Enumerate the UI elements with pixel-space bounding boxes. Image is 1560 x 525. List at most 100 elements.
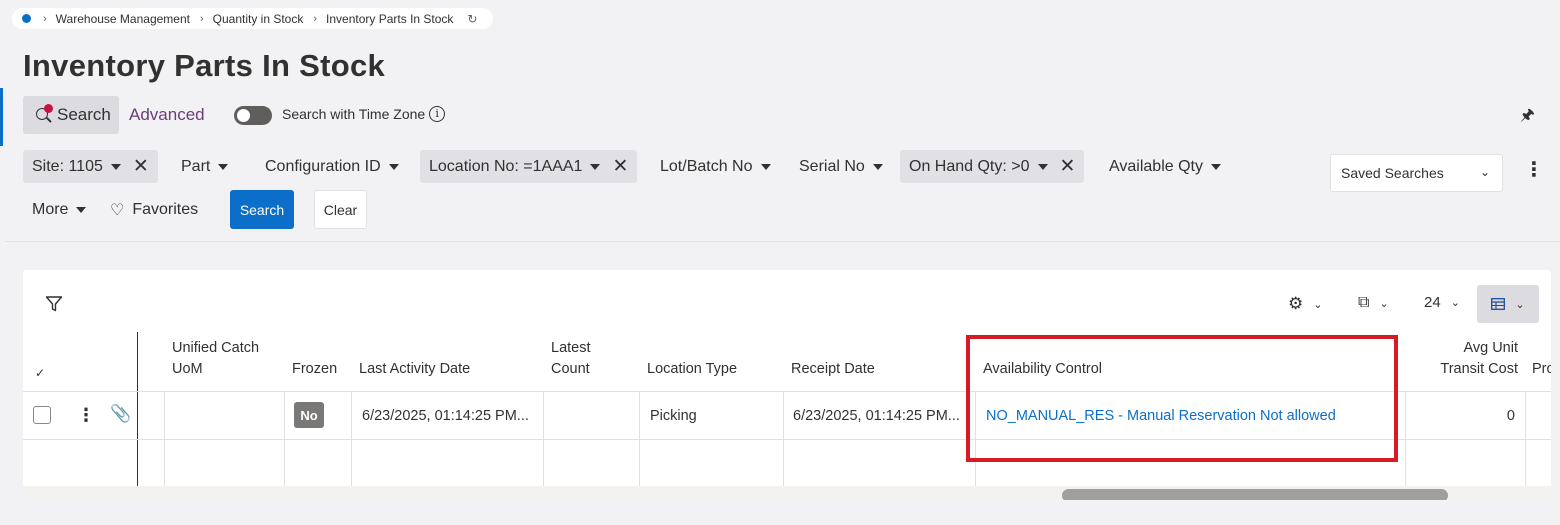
- caret-down-icon[interactable]: [590, 163, 601, 170]
- gear-icon: ⚙: [1288, 294, 1304, 313]
- caret-down-icon[interactable]: [1037, 163, 1048, 170]
- column-header-avg-unit-transit-cost[interactable]: Avg Unit Transit Cost: [1431, 338, 1518, 380]
- more-options-icon[interactable]: ⋮: [1524, 160, 1544, 180]
- highlight-box: [966, 335, 1398, 462]
- column-header-location-type[interactable]: Location Type: [647, 359, 737, 380]
- filter-location-no[interactable]: Location No: =1AAA1 ✕: [420, 150, 638, 183]
- column-line: [284, 391, 285, 486]
- caret-down-icon[interactable]: [110, 163, 121, 170]
- scrollbar-thumb[interactable]: [1062, 489, 1448, 500]
- chevron-down-icon: ⌄: [1313, 298, 1323, 311]
- filter-site[interactable]: Site: 1105 ✕: [23, 150, 158, 183]
- column-header-latest-count[interactable]: Latest Count: [551, 338, 591, 380]
- caret-down-icon: [872, 163, 883, 170]
- header-line: Latest: [551, 340, 591, 356]
- time-zone-label-text: Search with Time Zone: [282, 106, 426, 122]
- filter-lot-batch-no[interactable]: Lot/Batch No: [651, 150, 780, 183]
- filter-serial-no[interactable]: Serial No: [790, 150, 892, 183]
- page-title: Inventory Parts In Stock: [23, 48, 386, 83]
- column-line: [1525, 391, 1526, 486]
- saved-searches-dropdown[interactable]: Saved Searches ⌄: [1330, 154, 1503, 192]
- view-mode-button[interactable]: ⌄: [1477, 285, 1539, 323]
- filter-available-qty-label: Available Qty: [1109, 157, 1203, 175]
- table-icon: [1491, 298, 1506, 310]
- filter-part[interactable]: Part: [172, 150, 237, 183]
- filter-site-label: Site: 1105: [32, 157, 103, 175]
- more-label: More: [32, 200, 69, 218]
- toggle-knob: [237, 109, 250, 122]
- time-zone-toggle[interactable]: [234, 106, 272, 125]
- caret-down-icon: [76, 206, 87, 213]
- search-icon: [35, 104, 53, 124]
- pin-icon[interactable]: 🖈: [1520, 104, 1535, 131]
- caret-down-icon: [1210, 163, 1221, 170]
- frozen-badge: No: [294, 402, 324, 428]
- grid-settings-button[interactable]: ⚙ ⌄: [1288, 294, 1322, 314]
- cell-receipt-date: 6/23/2025, 01:14:25 PM...: [793, 408, 960, 424]
- chevron-right-icon: ›: [43, 12, 47, 25]
- column-header-last-activity-date[interactable]: Last Activity Date: [359, 359, 470, 380]
- breadcrumb-quantity-in-stock[interactable]: Quantity in Stock: [213, 12, 304, 26]
- header-line: UoM: [172, 361, 203, 377]
- column-line: [351, 391, 352, 486]
- page-size-dropdown[interactable]: 24 ⌄: [1424, 294, 1460, 311]
- search-tab[interactable]: Search: [23, 96, 119, 134]
- chevron-right-icon: ›: [199, 12, 204, 25]
- time-zone-label: Search with Time Zone i: [282, 106, 446, 122]
- divider: [5, 241, 1560, 242]
- search-button[interactable]: Search: [230, 190, 294, 229]
- filter-serial-no-label: Serial No: [799, 157, 865, 175]
- filter-location-no-label: Location No: =1AAA1: [429, 157, 583, 175]
- clear-button[interactable]: Clear: [314, 190, 367, 229]
- filter-icon[interactable]: [45, 295, 63, 313]
- column-header-receipt-date[interactable]: Receipt Date: [791, 359, 875, 380]
- select-all-check[interactable]: ✓: [35, 366, 45, 380]
- left-accent-bar: [0, 88, 3, 146]
- frozen-column-separator: [137, 332, 138, 486]
- caret-down-icon: [388, 163, 399, 170]
- heart-icon: ♡: [110, 201, 125, 219]
- export-button[interactable]: ⧉ ⌄: [1358, 294, 1389, 312]
- header-line: Unified Catch: [172, 340, 260, 356]
- filter-part-label: Part: [181, 157, 211, 175]
- export-icon: ⧉: [1358, 294, 1370, 311]
- page-size-value: 24: [1424, 294, 1441, 311]
- chevron-down-icon: ⌄: [1515, 298, 1525, 311]
- filter-on-hand-qty[interactable]: On Hand Qty: >0 ✕: [900, 150, 1085, 183]
- refresh-icon[interactable]: ↻: [467, 12, 477, 26]
- advanced-tab[interactable]: Advanced: [129, 105, 205, 125]
- close-icon[interactable]: ✕: [133, 157, 149, 176]
- column-line: [543, 391, 544, 486]
- row-menu-icon[interactable]: ⋮: [77, 405, 95, 426]
- filter-lot-batch-no-label: Lot/Batch No: [660, 157, 753, 175]
- chevron-right-icon: ›: [313, 12, 318, 25]
- row-checkbox[interactable]: [33, 406, 51, 424]
- header-line: Count: [551, 361, 590, 377]
- close-icon[interactable]: ✕: [1060, 157, 1076, 176]
- column-header-pro[interactable]: Pro: [1532, 359, 1551, 380]
- info-icon[interactable]: i: [429, 106, 446, 122]
- more-filters-button[interactable]: More: [23, 193, 95, 226]
- chevron-down-icon: ⌄: [1450, 297, 1460, 309]
- filter-configuration-id[interactable]: Configuration ID: [256, 150, 408, 183]
- breadcrumb-inventory-parts-in-stock: Inventory Parts In Stock: [326, 11, 454, 26]
- caret-down-icon: [760, 163, 771, 170]
- saved-searches-label: Saved Searches: [1341, 165, 1444, 181]
- header-line: Avg Unit: [1463, 340, 1518, 356]
- column-line: [639, 391, 640, 486]
- favorites-label: Favorites: [132, 200, 199, 218]
- cell-avg-unit-transit-cost: 0: [1506, 408, 1515, 424]
- cell-last-activity-date: 6/23/2025, 01:14:25 PM...: [362, 408, 529, 424]
- home-icon[interactable]: [22, 14, 31, 23]
- search-tab-label: Search: [57, 105, 111, 124]
- close-icon[interactable]: ✕: [612, 157, 628, 176]
- column-header-frozen[interactable]: Frozen: [292, 359, 337, 380]
- column-header-unified-catch-uom[interactable]: Unified Catch UoM: [172, 338, 259, 380]
- cell-location-type: Picking: [650, 408, 697, 424]
- caret-down-icon: [218, 163, 229, 170]
- favorites-button[interactable]: ♡ Favorites: [110, 193, 198, 226]
- breadcrumb-warehouse-management[interactable]: Warehouse Management: [56, 12, 190, 26]
- filter-available-qty[interactable]: Available Qty: [1100, 150, 1230, 183]
- column-line: [783, 391, 784, 486]
- attachment-icon[interactable]: 📎: [110, 404, 131, 424]
